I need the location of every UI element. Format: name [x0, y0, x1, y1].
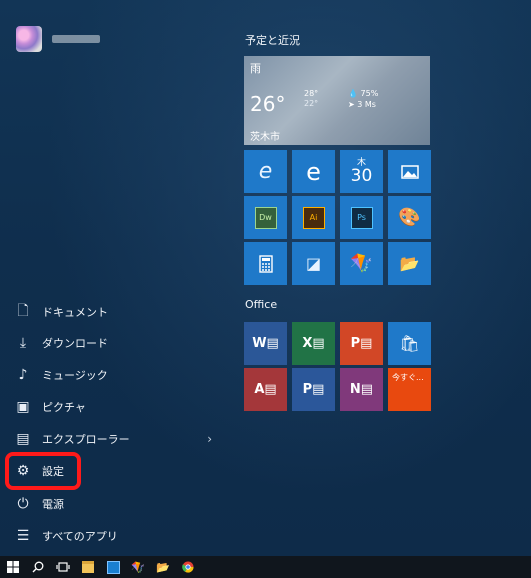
project-tile[interactable]: P▤ [292, 368, 335, 411]
menu-item-music[interactable]: ♪ ミュージック [0, 360, 230, 390]
document-icon: 🗋 [17, 303, 29, 319]
photoshop-tile[interactable]: Ps [340, 196, 383, 239]
folder-icon [82, 561, 94, 573]
wind-value: ➤ 3 Ms [348, 100, 376, 109]
illustrator-tile[interactable]: Ai [292, 196, 335, 239]
avatar [16, 26, 42, 52]
menu-item-downloads[interactable]: ⤓ ダウンロード [0, 328, 230, 358]
photoshop-icon: Ps [350, 206, 373, 229]
taskbar-colorful-app[interactable]: 🪁 [126, 556, 150, 578]
weather-city: 茨木市 [250, 132, 280, 143]
weather-temperature: 26° [250, 92, 286, 116]
calculator-icon [258, 254, 273, 273]
illustrator-icon: Ai [302, 206, 325, 229]
excel-icon: X▤ [302, 336, 325, 351]
notebook-tile[interactable]: ◪ [292, 242, 335, 285]
taskbar-file-explorer[interactable] [76, 556, 100, 578]
weather-high: 28° [304, 89, 319, 98]
download-icon: ⤓ [19, 335, 27, 351]
menu-item-all-apps[interactable]: ☰ すべてのアプリ [0, 521, 230, 551]
taskbar: 🪁 📂 [0, 556, 531, 578]
dreamweaver-tile[interactable]: Dw [244, 196, 287, 239]
weather-low: 22° [304, 99, 319, 108]
dreamweaver-icon: Dw [254, 206, 277, 229]
word-icon: W▤ [252, 336, 279, 351]
user-name-blurred [52, 35, 100, 43]
menu-item-documents[interactable]: 🗋 ドキュメント [0, 297, 230, 327]
project-icon: P▤ [302, 382, 325, 397]
paint-tile[interactable]: 🎨 [388, 196, 431, 239]
folder-image-icon: 📂 [399, 254, 420, 273]
taskbar-media-app[interactable] [101, 556, 125, 578]
music-icon: ♪ [18, 367, 28, 383]
task-view-button[interactable] [51, 556, 75, 578]
menu-item-pictures[interactable]: ▣ ピクチャ [0, 392, 230, 422]
excel-tile[interactable]: X▤ [292, 322, 335, 365]
access-tile[interactable]: A▤ [244, 368, 287, 411]
onenote-tile[interactable]: N▤ [340, 368, 383, 411]
photos-tile[interactable] [388, 150, 431, 193]
group-title-office: Office [245, 298, 278, 311]
power-icon: ⏻ [17, 496, 29, 512]
user-account[interactable] [16, 26, 100, 52]
chevron-right-icon: › [207, 432, 212, 446]
all-apps-icon: ☰ [16, 528, 30, 544]
search-button[interactable] [26, 556, 50, 578]
edge-tile[interactable]: e [292, 150, 335, 193]
menu-item-power[interactable]: ⏻ 電源 [0, 489, 230, 519]
photos-icon [400, 164, 419, 179]
paint-palette-icon: 🎨 [398, 207, 421, 228]
chrome-icon [182, 561, 194, 573]
app-logo-icon: 🪁 [350, 253, 373, 274]
windows-logo-icon [7, 561, 19, 573]
edge-icon: e [306, 157, 321, 186]
file-explorer-icon: ▤ [16, 431, 30, 447]
calculator-tile[interactable] [244, 242, 287, 285]
menu-item-file-explorer[interactable]: ▤ エクスプローラー › [0, 424, 230, 454]
store-bag-icon: 🛍 [399, 334, 420, 353]
notebook-icon: ◪ [305, 254, 322, 273]
app-logo-icon: 🪁 [131, 560, 145, 574]
weather-tile[interactable]: 雨 26° 28° 22° 💧 75% ➤ 3 Ms 茨木市 [244, 56, 430, 145]
word-tile[interactable]: W▤ [244, 322, 287, 365]
settings-highlight [5, 452, 81, 490]
search-icon [32, 561, 44, 573]
calendar-date: 30 [350, 165, 373, 186]
start-button[interactable] [1, 556, 25, 578]
get-office-label: 今すぐ... [392, 373, 424, 382]
onenote-icon: N▤ [349, 382, 374, 397]
taskbar-image-folder-app[interactable]: 📂 [151, 556, 175, 578]
taskbar-chrome[interactable] [176, 556, 200, 578]
access-icon: A▤ [254, 382, 277, 397]
store-tile[interactable]: 🛍 [388, 322, 431, 365]
folder-image-icon: 📂 [156, 560, 170, 574]
calendar-tile[interactable]: 木 30 [340, 150, 383, 193]
media-icon [106, 560, 120, 574]
powerpoint-tile[interactable]: P▤ [340, 322, 383, 365]
powerpoint-icon: P▤ [350, 336, 373, 351]
get-office-tile[interactable]: 今すぐ... [388, 368, 431, 411]
start-menu: 🗋 ドキュメント ⤓ ダウンロード ♪ ミュージック ▣ ピクチャ ▤ エクスプ… [0, 0, 531, 556]
group-title-schedule: 予定と近況 [245, 34, 300, 47]
internet-explorer-icon: e [258, 159, 273, 184]
task-view-icon [56, 562, 70, 572]
app-tile-colorful[interactable]: 🪁 [340, 242, 383, 285]
humidity-value: 💧 75% [348, 89, 379, 98]
folder-app-tile[interactable]: 📂 [388, 242, 431, 285]
ie-tile[interactable]: e [244, 150, 287, 193]
pictures-icon: ▣ [16, 399, 30, 415]
weather-condition: 雨 [250, 62, 261, 75]
